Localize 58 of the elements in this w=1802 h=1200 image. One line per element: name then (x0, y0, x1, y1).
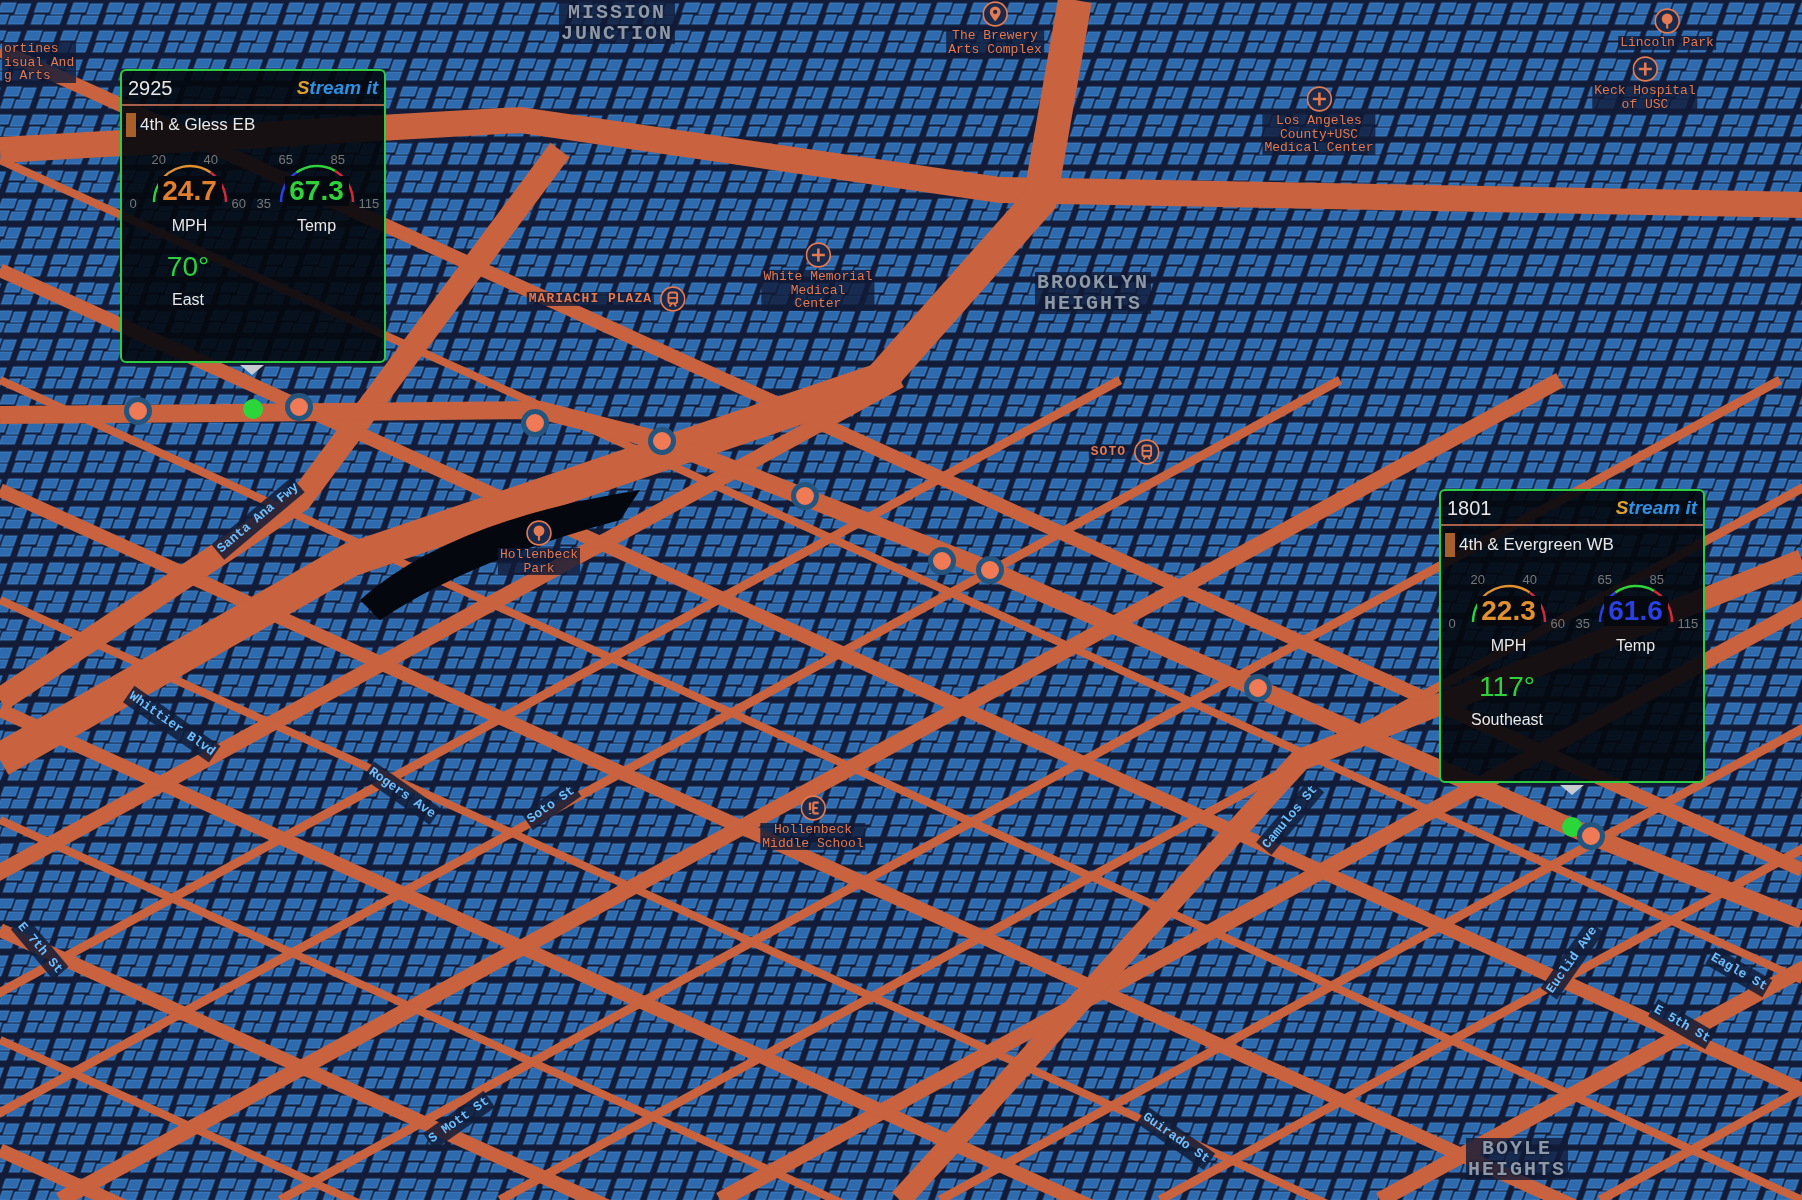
gauge-tick: 85 (1649, 570, 1664, 589)
direction-label: Southeast (1470, 709, 1544, 730)
hospital-icon (805, 242, 831, 268)
place-label: Hollenbeck Middle School (760, 823, 866, 851)
place-label: MARIACHI PLAZA (526, 292, 654, 306)
logo: Stream it (1615, 495, 1697, 520)
place-label: ortines isual And g Arts (2, 42, 77, 83)
pointer-icon (1560, 785, 1584, 795)
gauge-tick: 40 (203, 150, 218, 169)
district-label: BROOKLYN HEIGHTS (1035, 272, 1151, 314)
logo: Stream it (296, 75, 378, 100)
gauge-tick: 115 (358, 194, 380, 213)
school-icon (800, 795, 826, 821)
gauge-tick: 0 (1448, 614, 1456, 633)
gauge-tick: 35 (1575, 614, 1590, 633)
gauge-value: 61.6 (1603, 595, 1668, 627)
sensor-id: 2925 (128, 76, 173, 101)
place-label: SOTO (1088, 445, 1128, 459)
gauge-tick: 20 (1470, 570, 1485, 589)
tree-icon (1654, 8, 1680, 34)
place-label: Lincoln Park (1618, 36, 1716, 50)
tree-icon (526, 520, 552, 546)
hospital-icon (1306, 86, 1332, 112)
gauge-tick: 60 (1550, 614, 1565, 633)
sensor-id: 1801 (1447, 496, 1492, 521)
gauge-value: 24.7 (157, 175, 222, 207)
train-icon (660, 286, 686, 312)
gauge-tick: 40 (1522, 570, 1537, 589)
gauge-label: Temp (296, 215, 337, 236)
map-pin-icon (982, 1, 1008, 27)
gauge-value: 67.3 (284, 175, 349, 207)
place-label: The Brewery Arts Complex (946, 29, 1044, 57)
heading-value: 70° (166, 249, 210, 284)
gauge-tick: 85 (330, 150, 345, 169)
gauge-tick: 0 (129, 194, 137, 213)
gauge-label: MPH (1490, 635, 1527, 656)
district-label: BOYLE HEIGHTS (1466, 1138, 1568, 1180)
gauge-tick: 60 (231, 194, 246, 213)
gauge-tick: 65 (278, 150, 293, 169)
gauge-tick: 115 (1677, 614, 1699, 633)
station-name: 4th & Gless EB (140, 114, 256, 136)
gauge-value: 22.3 (1476, 595, 1541, 627)
district-label: MISSION JUNCTION (559, 2, 675, 44)
place-label: Hollenbeck Park (498, 548, 580, 576)
pointer-icon (240, 365, 264, 375)
gauge-tick: 20 (151, 150, 166, 169)
gauge-label: Temp (1615, 635, 1656, 656)
heading-value: 117° (1479, 669, 1535, 704)
place-label: Los Angeles County+USC Medical Center (1262, 114, 1376, 155)
train-icon (1134, 439, 1160, 465)
place-label: White Memorial Medical Center (761, 270, 875, 311)
place-label: Keck Hospital of USC (1592, 84, 1698, 112)
gauge-tick: 65 (1597, 570, 1612, 589)
station-name: 4th & Evergreen WB (1459, 534, 1614, 556)
direction-label: East (172, 289, 204, 310)
gauge-tick: 35 (256, 194, 271, 213)
gauge-label: MPH (171, 215, 208, 236)
hospital-icon (1632, 56, 1658, 82)
